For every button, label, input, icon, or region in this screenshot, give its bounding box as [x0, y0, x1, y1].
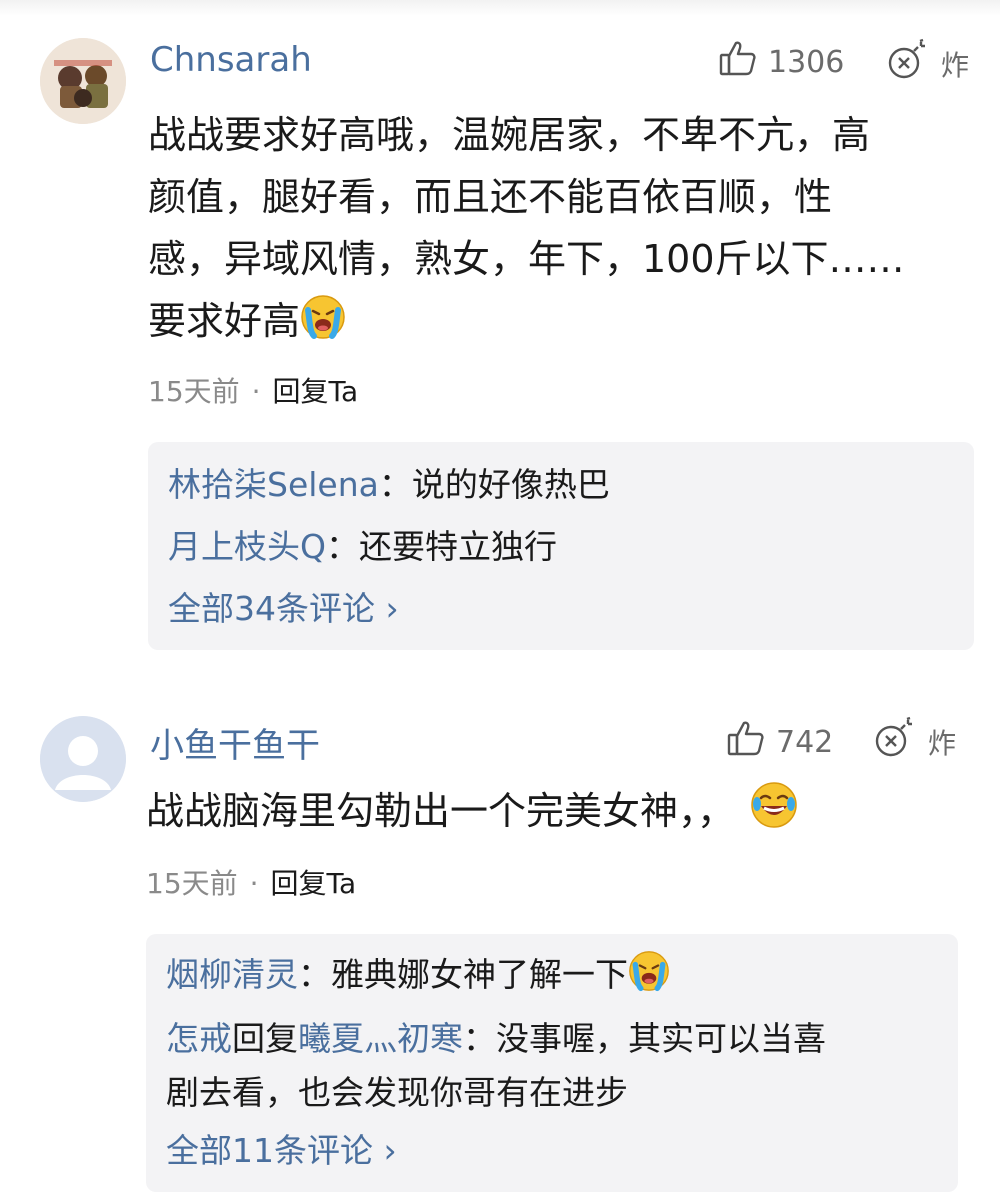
reply-button[interactable]: 回复Ta [271, 867, 357, 900]
timestamp: 15天前 [146, 867, 238, 900]
reply-text-cont: 剧去看，也会发现你哥有在进步 [166, 1073, 628, 1112]
view-all-replies-link[interactable]: 全部34条评论 › [168, 578, 974, 640]
reply-text: 说的好像热巴 [411, 465, 610, 504]
replies-box: 林拾柒Selena：说的好像热巴 月上枝头Q：还要特立独行 全部34条评论 › [148, 442, 974, 650]
comment-line: 颜值，腿好看，而且还不能百依百顺，性 [148, 175, 833, 219]
bomb-icon [885, 38, 929, 89]
bomb-icon [872, 716, 916, 767]
reply-colon: ： [325, 527, 359, 566]
reply-username[interactable]: 烟柳清灵 [166, 955, 298, 994]
thumbs-up-icon [726, 718, 766, 766]
top-shade [0, 0, 1000, 16]
separator: · [249, 867, 259, 900]
reply-text: 雅典娜女神了解一下 [331, 955, 628, 994]
bomb-button[interactable]: 炸 [872, 716, 956, 767]
bomb-button[interactable]: 炸 [885, 38, 969, 89]
view-all-replies-link[interactable]: 全部11条评论 › [166, 1120, 958, 1182]
comment-text: 战战脑海里勾勒出一个完美女神，， [146, 780, 986, 848]
comment-meta: 15天前 · 回复Ta [146, 862, 356, 902]
reply-username[interactable]: 怎戒 [166, 1019, 232, 1058]
comment-line: 要求好高 [148, 299, 301, 343]
like-count: 742 [776, 724, 834, 760]
like-button[interactable]: 742 [726, 718, 833, 766]
replies-box: 烟柳清灵：雅典娜女神了解一下 怎戒回复曦夏灬初寒：没事喔，其实可以当喜 剧去看，也… [146, 934, 958, 1192]
timestamp: 15天前 [148, 375, 240, 408]
avatar[interactable] [40, 716, 126, 802]
tears-of-joy-emoji [749, 780, 799, 848]
comment-meta: 15天前 · 回复Ta [148, 370, 358, 410]
reply-button[interactable]: 回复Ta [273, 375, 359, 408]
reply-target-username[interactable]: 曦夏灬初寒 [298, 1019, 463, 1058]
like-button[interactable]: 1306 [718, 38, 844, 86]
reply-item[interactable]: 林拾柒Selena：说的好像热巴 [168, 454, 974, 516]
bomb-label: 炸 [941, 48, 970, 82]
separator: · [251, 375, 261, 408]
reply-item[interactable]: 怎戒回复曦夏灬初寒：没事喔，其实可以当喜剧去看，也会发现你哥有在进步 [166, 1012, 958, 1120]
reply-username[interactable]: 林拾柒Selena [168, 465, 379, 504]
reply-colon: ： [298, 955, 331, 994]
reply-text: 没事喔，其实可以当喜 [496, 1019, 826, 1058]
username[interactable]: 小鱼干鱼干 [150, 718, 320, 767]
comment-line: 感，异域风情，熟女，年下，100斤以下…… [148, 237, 905, 281]
reply-colon: ： [463, 1019, 496, 1058]
avatar[interactable] [40, 38, 126, 124]
username[interactable]: Chnsarah [150, 40, 312, 80]
reply-username[interactable]: 月上枝头Q [168, 527, 326, 566]
reply-text: 还要特立独行 [358, 527, 557, 566]
comment-line: 战战脑海里勾勒出一个完美女神，， [146, 789, 736, 833]
crying-face-emoji [628, 950, 670, 1012]
reply-to-label: 回复 [232, 1019, 298, 1058]
comment-line: 战战要求好高哦，温婉居家，不卑不亢，高 [148, 113, 871, 157]
comment-line-last: 要求好高 [148, 290, 978, 358]
like-count: 1306 [768, 44, 845, 80]
reply-item[interactable]: 月上枝头Q：还要特立独行 [168, 516, 974, 578]
comment-text: 战战要求好高哦，温婉居家，不卑不亢，高 颜值，腿好看，而且还不能百依百顺，性 感… [148, 104, 978, 358]
reply-item[interactable]: 烟柳清灵：雅典娜女神了解一下 [166, 944, 958, 1012]
reply-colon: ： [378, 465, 412, 504]
thumbs-up-icon [718, 38, 758, 86]
crying-face-emoji [300, 294, 346, 358]
bomb-label: 炸 [928, 726, 957, 760]
